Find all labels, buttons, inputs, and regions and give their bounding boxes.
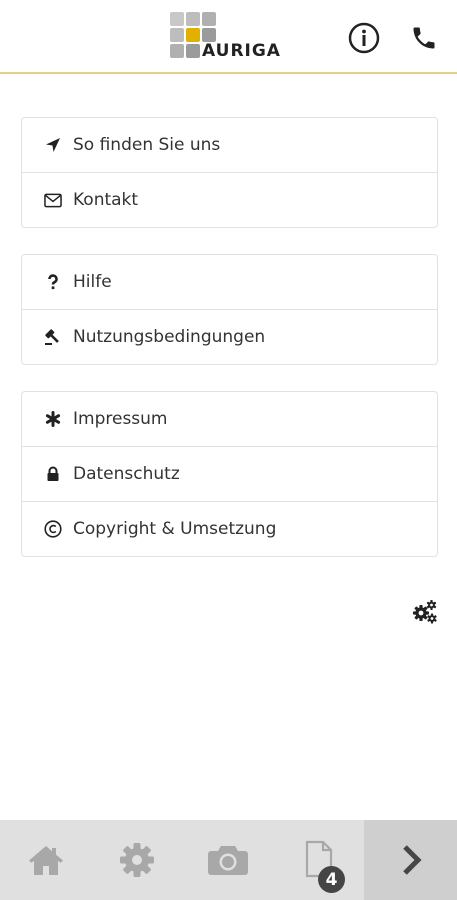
phone-button[interactable] bbox=[406, 20, 442, 56]
menu-item-nutzungsbedingungen[interactable]: Nutzungsbedingungen bbox=[22, 310, 437, 364]
tab-home[interactable] bbox=[0, 820, 91, 900]
info-icon bbox=[348, 22, 380, 54]
gear-icon bbox=[119, 843, 154, 877]
gears-icon bbox=[413, 600, 437, 624]
documents-count-badge: 4 bbox=[318, 866, 345, 893]
question-icon bbox=[44, 274, 62, 290]
menu-item-label: Copyright & Umsetzung bbox=[73, 519, 277, 539]
menu-item-label: Hilfe bbox=[73, 272, 112, 292]
envelope-icon bbox=[44, 193, 62, 208]
menu-item-label: Impressum bbox=[73, 409, 168, 429]
tab-settings[interactable] bbox=[91, 820, 182, 900]
asterisk-icon bbox=[44, 411, 62, 427]
phone-icon bbox=[413, 27, 435, 49]
tab-camera[interactable] bbox=[182, 820, 273, 900]
menu-item-label: Datenschutz bbox=[73, 464, 180, 484]
lock-icon bbox=[44, 466, 62, 482]
home-icon bbox=[28, 846, 63, 875]
copyright-icon bbox=[44, 520, 62, 538]
menu-item-hilfe[interactable]: Hilfe bbox=[22, 255, 437, 310]
menu-item-impressum[interactable]: Impressum bbox=[22, 392, 437, 447]
location-arrow-icon bbox=[44, 137, 62, 153]
menu-item-kontakt[interactable]: Kontakt bbox=[22, 173, 437, 227]
menu-item-so-finden-sie-uns[interactable]: So finden Sie uns bbox=[22, 118, 437, 173]
tab-documents[interactable]: 4 bbox=[273, 820, 364, 900]
menu-item-label: Kontakt bbox=[73, 190, 139, 210]
menu-item-copyright[interactable]: Copyright & Umsetzung bbox=[22, 502, 437, 556]
camera-icon bbox=[207, 846, 248, 875]
menu-item-label: So finden Sie uns bbox=[73, 135, 221, 155]
chevron-right-icon bbox=[402, 845, 422, 875]
menu-item-datenschutz[interactable]: Datenschutz bbox=[22, 447, 437, 502]
menu-group-help: Hilfe Nutzungsbedingungen bbox=[21, 254, 438, 365]
menu-group-location: So finden Sie uns Kontakt bbox=[21, 117, 438, 228]
logo-text: AURIGA bbox=[202, 41, 281, 61]
auriga-logo: AURIGA bbox=[167, 10, 292, 62]
advanced-settings-button[interactable] bbox=[412, 599, 438, 625]
menu-item-label: Nutzungsbedingungen bbox=[73, 327, 266, 347]
app-header: AURIGA bbox=[0, 0, 457, 74]
gavel-icon bbox=[44, 328, 62, 346]
bottom-navigation: 4 bbox=[0, 820, 457, 900]
info-button[interactable] bbox=[346, 20, 382, 56]
next-button[interactable] bbox=[364, 820, 457, 900]
menu-group-legal: Impressum Datenschutz Copyright & Umsetz… bbox=[21, 391, 438, 557]
